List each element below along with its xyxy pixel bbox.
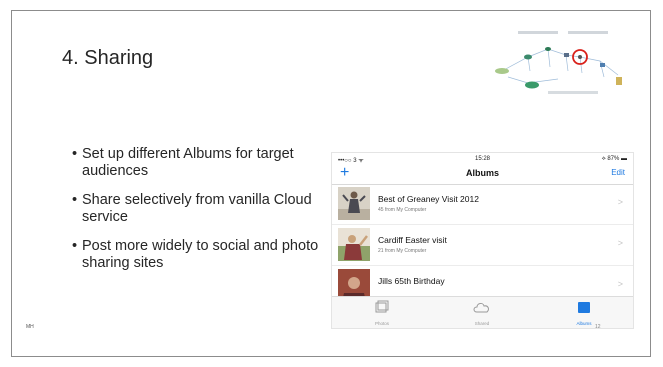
slide-title: 4. Sharing — [62, 47, 154, 69]
mind-map-thumbnail — [495, 31, 622, 94]
album-thumbnail — [338, 187, 370, 220]
cloud-icon — [473, 303, 489, 313]
nav-title: Albums — [465, 168, 499, 178]
tab-shared[interactable]: Shared — [452, 300, 512, 326]
album-thumbnail — [338, 228, 370, 261]
edit-button[interactable]: Edit — [611, 168, 625, 177]
footer-initials: MH — [26, 324, 34, 330]
album-row[interactable]: Cardiff Easter visit 21 from My Computer… — [332, 225, 633, 266]
bullet-item: • Share selectively from vanilla Cloud se… — [72, 192, 312, 225]
photos-icon — [375, 300, 389, 313]
tab-albums[interactable]: Albums — [554, 300, 614, 326]
albums-screenshot: •••○○ 3 ᯤ 15:28 ⟡ 87% ▬ + Albums Edit Be… — [331, 152, 634, 329]
chevron-right-icon: > — [617, 279, 623, 289]
battery-indicator: ⟡ 87% ▬ — [601, 156, 627, 162]
page-number: 12 — [595, 324, 601, 330]
album-row[interactable]: Best of Greaney Visit 2012 45 from My Co… — [332, 184, 633, 225]
chevron-right-icon: > — [617, 238, 623, 248]
album-name: Jills 65th Birthday — [378, 276, 445, 286]
album-name: Cardiff Easter visit — [378, 235, 447, 245]
tab-photos[interactable]: Photos — [352, 300, 412, 326]
nav-bar: + Albums Edit — [332, 164, 633, 185]
bullet-list: • Set up different Albums for target audi… — [72, 146, 322, 284]
bullet-item: • Post more widely to social and photo sh… — [72, 238, 319, 271]
album-name: Best of Greaney Visit 2012 — [378, 194, 479, 204]
status-time: 15:28 — [474, 156, 490, 162]
album-count: 45 from My Computer — [378, 207, 427, 213]
bullet-item: • Set up different Albums for target audi… — [72, 146, 294, 179]
slide: 4. Sharing • Set up different Albums for … — [11, 10, 651, 357]
chevron-right-icon: > — [617, 197, 623, 207]
album-count: 21 from My Computer — [378, 248, 427, 254]
tab-bar: Photos Shared Albums — [332, 296, 633, 328]
albums-icon — [578, 302, 590, 313]
